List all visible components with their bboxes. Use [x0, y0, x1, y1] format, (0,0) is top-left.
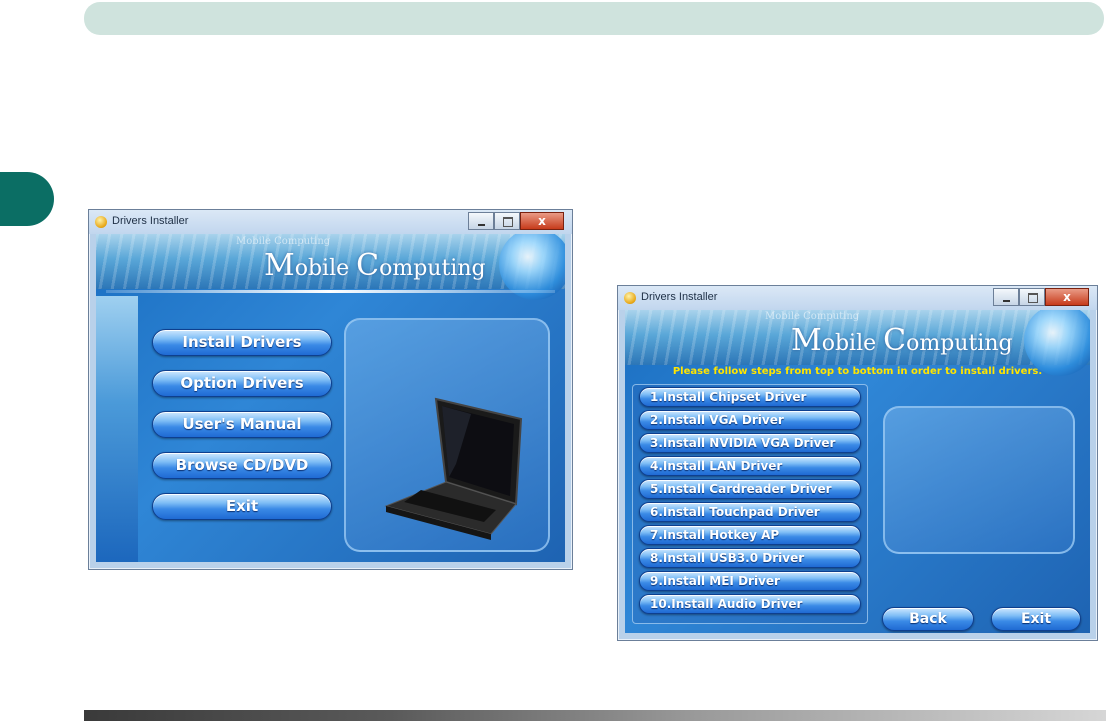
installer-disc-icon	[95, 216, 107, 228]
users-manual-button[interactable]: User's Manual	[152, 411, 332, 438]
window-title: Drivers Installer	[112, 215, 189, 227]
exit-button[interactable]: Exit	[991, 607, 1081, 631]
window-controls: x	[993, 288, 1089, 306]
instruction-text: Please follow steps from top to bottom i…	[672, 366, 1043, 377]
window-controls: x	[468, 212, 564, 230]
exit-button[interactable]: Exit	[152, 493, 332, 520]
step-vga-button[interactable]: 2.Install VGA Driver	[639, 410, 861, 430]
side-decor-strip	[96, 296, 138, 562]
chapter-tab	[0, 172, 54, 226]
installer-content: Mobile Computing Mobile Computing Please…	[625, 310, 1090, 633]
title-bar[interactable]: Drivers Installer x	[89, 210, 572, 234]
drivers-installer-window-steps: Drivers Installer x Mobile Computing Mob…	[617, 285, 1098, 641]
title-bar[interactable]: Drivers Installer x	[618, 286, 1097, 310]
brand-banner: Mobile Computing Mobile Computing	[96, 234, 565, 300]
brand-logo-text: Mobile Computing	[791, 323, 1013, 358]
step-audio-button[interactable]: 10.Install Audio Driver	[639, 594, 861, 614]
page-footer-rule	[84, 710, 1106, 721]
step-mei-button[interactable]: 9.Install MEI Driver	[639, 571, 861, 591]
minimize-button[interactable]	[468, 212, 494, 230]
close-button[interactable]: x	[520, 212, 564, 230]
maximize-button[interactable]	[1019, 288, 1045, 306]
step-nvidia-vga-button[interactable]: 3.Install NVIDIA VGA Driver	[639, 433, 861, 453]
brand-banner: Mobile Computing Mobile Computing	[625, 310, 1090, 376]
maximize-button[interactable]	[494, 212, 520, 230]
step-lan-button[interactable]: 4.Install LAN Driver	[639, 456, 861, 476]
brand-small-text: Mobile Computing	[236, 236, 331, 247]
step-usb3-button[interactable]: 8.Install USB3.0 Driver	[639, 548, 861, 568]
option-drivers-button[interactable]: Option Drivers	[152, 370, 332, 397]
brand-small-text: Mobile Computing	[765, 311, 860, 322]
banner-divider	[106, 290, 555, 293]
laptop-image	[384, 397, 523, 540]
step-hotkey-button[interactable]: 7.Install Hotkey AP	[639, 525, 861, 545]
drivers-installer-window-main: Drivers Installer x Mobile Computing Mob…	[88, 209, 573, 570]
step-cardreader-button[interactable]: 5.Install Cardreader Driver	[639, 479, 861, 499]
installer-content: Mobile Computing Mobile Computing Instal…	[96, 234, 565, 562]
browse-cd-dvd-button[interactable]: Browse CD/DVD	[152, 452, 332, 479]
page-header-bar	[84, 2, 1104, 35]
step-touchpad-button[interactable]: 6.Install Touchpad Driver	[639, 502, 861, 522]
installer-disc-icon	[624, 292, 636, 304]
window-title: Drivers Installer	[641, 291, 718, 303]
brand-logo-text: Mobile Computing	[264, 248, 486, 283]
minimize-button[interactable]	[993, 288, 1019, 306]
step-chipset-button[interactable]: 1.Install Chipset Driver	[639, 387, 861, 407]
preview-panel	[883, 406, 1075, 554]
manual-page: Drivers Installer x Mobile Computing Mob…	[0, 0, 1106, 721]
install-drivers-button[interactable]: Install Drivers	[152, 329, 332, 356]
back-button[interactable]: Back	[882, 607, 974, 631]
close-button[interactable]: x	[1045, 288, 1089, 306]
